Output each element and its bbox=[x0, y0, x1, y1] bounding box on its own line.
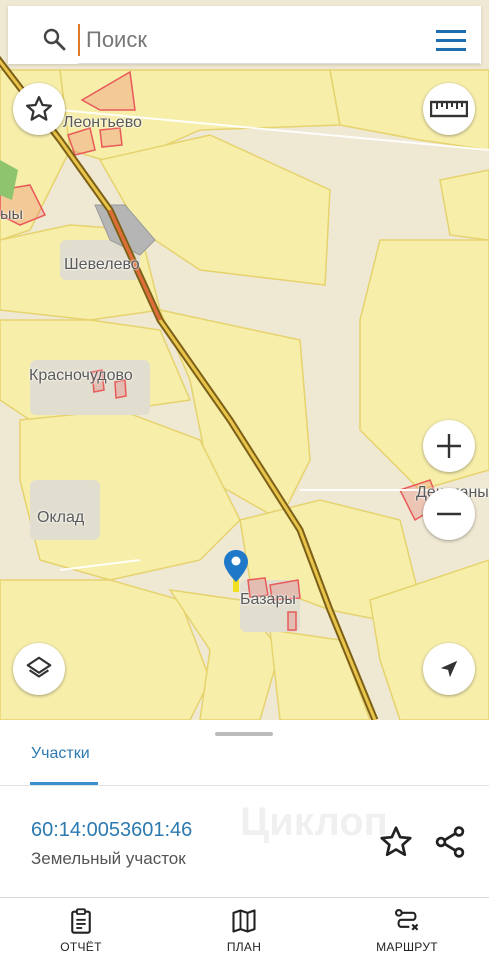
map-fold-icon bbox=[232, 909, 256, 933]
map-label-edge: ыы bbox=[0, 206, 23, 223]
location-marker-icon[interactable] bbox=[224, 550, 248, 594]
hamburger-menu-icon[interactable] bbox=[436, 30, 466, 52]
add-favorite-star-icon[interactable] bbox=[378, 824, 414, 860]
map-label-shevelevo: Шевелево bbox=[64, 256, 140, 273]
watermark: Циклоп bbox=[240, 800, 388, 844]
search-icon[interactable] bbox=[42, 27, 66, 51]
share-icon[interactable] bbox=[432, 824, 468, 860]
search-input[interactable] bbox=[78, 24, 418, 56]
nav-plan-label: ПЛАН bbox=[226, 940, 262, 954]
plus-icon bbox=[437, 434, 461, 458]
report-clipboard-icon bbox=[71, 908, 91, 934]
bottom-sheet: Участки Циклоп 60:14:0053601:46 Земельны… bbox=[0, 720, 489, 898]
zoom-in-button[interactable] bbox=[423, 420, 475, 472]
map-canvas bbox=[0, 0, 489, 720]
navigation-arrow-icon bbox=[440, 660, 458, 678]
layers-icon bbox=[26, 656, 52, 678]
map-label-bazary: Базары bbox=[240, 591, 296, 608]
search-bar bbox=[8, 6, 481, 64]
nav-report-label: ОТЧЁТ bbox=[60, 940, 102, 954]
favorites-button[interactable] bbox=[13, 83, 65, 135]
parcel-cadastral-number[interactable]: 60:14:0053601:46 bbox=[31, 819, 192, 842]
route-icon bbox=[394, 908, 419, 931]
my-location-button[interactable] bbox=[423, 643, 475, 695]
bottom-navigation: ОТЧЁТ ПЛАН МАРШРУТ bbox=[0, 897, 489, 961]
map-label-krasnoe-chudovo: Красночудово bbox=[29, 367, 133, 384]
map-view[interactable]: Леонтьево ыы Шевелево Красночудово Оклад… bbox=[0, 0, 489, 720]
nav-report[interactable]: ОТЧЁТ bbox=[21, 898, 141, 961]
search-underline bbox=[78, 63, 480, 64]
sheet-drag-handle[interactable] bbox=[215, 732, 273, 736]
minus-icon bbox=[437, 512, 461, 516]
layers-button[interactable] bbox=[13, 643, 65, 695]
sheet-divider bbox=[0, 785, 489, 786]
zoom-out-button[interactable] bbox=[423, 488, 475, 540]
tab-parcels[interactable]: Участки bbox=[31, 745, 90, 763]
map-label-oklad: Оклад bbox=[37, 509, 85, 526]
map-label-leontyevo: Леонтьево bbox=[63, 114, 142, 131]
nav-plan[interactable]: ПЛАН bbox=[184, 898, 304, 961]
nav-route-label: МАРШРУТ bbox=[376, 940, 438, 954]
ruler-icon bbox=[430, 100, 468, 118]
nav-route[interactable]: МАРШРУТ bbox=[347, 898, 467, 961]
ruler-button[interactable] bbox=[423, 83, 475, 135]
star-outline-icon bbox=[26, 96, 52, 121]
parcel-type: Земельный участок bbox=[31, 849, 186, 868]
